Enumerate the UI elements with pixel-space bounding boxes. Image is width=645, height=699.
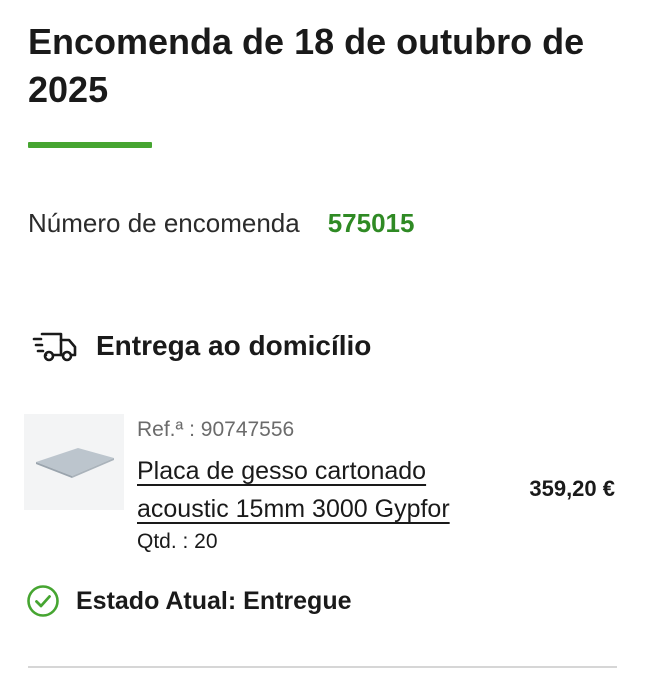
order-number-label: Número de encomenda	[28, 208, 300, 238]
product-price: 359,20 €	[529, 476, 615, 501]
delivery-method: Entrega ao domicílio	[32, 328, 371, 364]
delivery-label: Entrega ao domicílio	[96, 330, 372, 361]
check-circle-icon	[26, 584, 60, 618]
delivery-truck-icon	[32, 328, 78, 364]
page-title: Encomenda de 18 de outubro de 2025	[28, 21, 585, 110]
product-name-link[interactable]: Placa de gesso cartonado acoustic 15mm 3…	[137, 452, 507, 528]
product-image[interactable]	[24, 414, 124, 510]
title-accent-bar	[28, 142, 152, 148]
order-number-value: 575015	[327, 208, 415, 238]
product-reference: Ref.ª : 90747556	[137, 418, 295, 441]
order-status: Estado Atual: Entregue	[26, 584, 352, 618]
divider	[28, 666, 617, 668]
status-text: Estado Atual: Entregue	[76, 586, 352, 615]
product-quantity: Qtd. : 20	[137, 530, 218, 553]
order-number-row: Número de encomenda 575015	[28, 208, 414, 239]
